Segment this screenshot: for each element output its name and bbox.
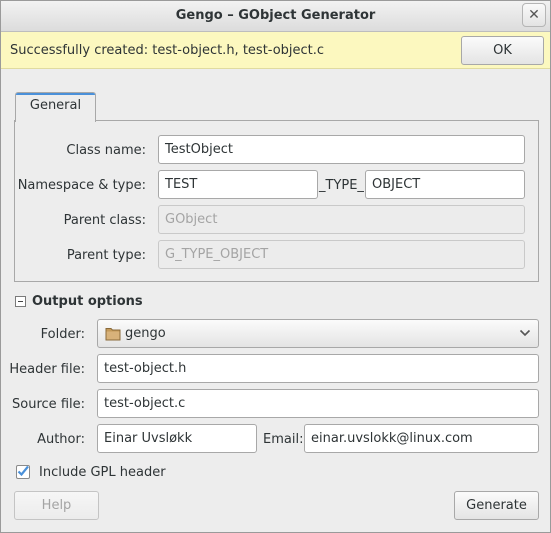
- class-name-label: Class name:: [66, 143, 146, 158]
- type-field[interactable]: OBJECT: [365, 170, 525, 199]
- email-label: Email:: [263, 432, 304, 447]
- checkmark-icon: [17, 465, 29, 477]
- email-field[interactable]: einar.uvslokk@linux.com: [304, 424, 539, 453]
- folder-chooser[interactable]: gengo: [97, 319, 539, 348]
- namespace-field[interactable]: TEST: [158, 170, 318, 199]
- namespace-type-label: Namespace & type:: [17, 178, 146, 193]
- folder-icon: [105, 328, 121, 341]
- tab-general[interactable]: General: [15, 92, 96, 122]
- parent-type-field[interactable]: G_TYPE_OBJECT: [158, 240, 525, 269]
- source-file-field[interactable]: test-object.c: [97, 389, 539, 418]
- source-file-label: Source file:: [12, 397, 85, 412]
- ok-button[interactable]: OK: [461, 36, 544, 65]
- gengo-dialog: Gengo – GObject Generator ✕ Successfully…: [0, 0, 551, 533]
- header-file-field[interactable]: test-object.h: [97, 354, 539, 383]
- type-separator-label: _TYPE_: [319, 178, 364, 193]
- folder-value: gengo: [125, 326, 166, 341]
- gpl-header-checkbox[interactable]: [16, 465, 30, 479]
- close-icon: ✕: [528, 7, 540, 23]
- header-file-label: Header file:: [9, 362, 85, 377]
- parent-type-label: Parent type:: [66, 248, 146, 263]
- class-name-field[interactable]: TestObject: [158, 135, 525, 164]
- generate-button[interactable]: Generate: [454, 491, 539, 520]
- folder-label: Folder:: [40, 327, 85, 342]
- tab-general-label: General: [29, 98, 82, 113]
- info-message: Successfully created: test-object.h, tes…: [10, 43, 325, 58]
- author-field[interactable]: Einar Uvsløkk: [97, 424, 257, 453]
- chevron-down-icon: [519, 329, 531, 337]
- help-button[interactable]: Help: [14, 491, 99, 520]
- parent-class-label: Parent class:: [63, 213, 146, 228]
- active-tab-indicator: [16, 93, 95, 95]
- author-label: Author:: [37, 432, 85, 447]
- gpl-header-label[interactable]: Include GPL header: [39, 465, 166, 480]
- title-bar: Gengo – GObject Generator ✕: [1, 1, 550, 32]
- parent-class-field[interactable]: GObject: [158, 205, 525, 234]
- close-button[interactable]: ✕: [522, 3, 546, 27]
- info-bar: Successfully created: test-object.h, tes…: [1, 32, 550, 69]
- output-options-heading[interactable]: Output options: [32, 294, 143, 309]
- window-title: Gengo – GObject Generator: [175, 8, 376, 23]
- general-panel: Class name: TestObject Namespace & type:…: [14, 120, 539, 282]
- collapse-icon[interactable]: [15, 296, 26, 307]
